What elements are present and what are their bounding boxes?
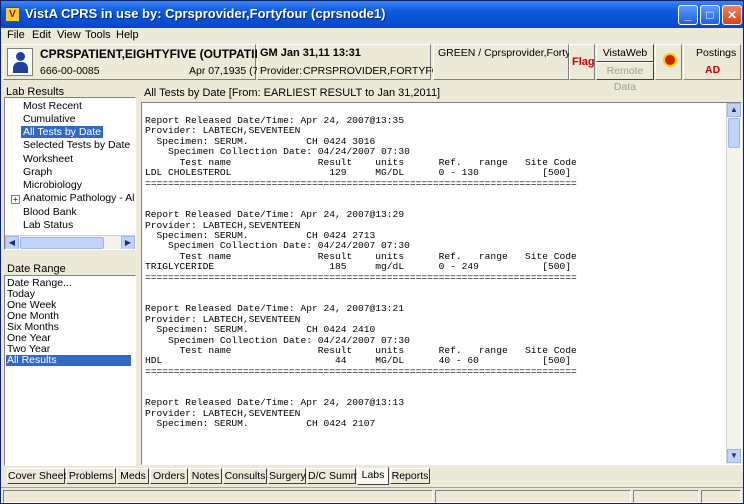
date-range-list[interactable]: Date Range... Today One Week One Month S… (4, 275, 136, 466)
close-button[interactable]: ✕ (722, 5, 742, 25)
status-cell-main (3, 490, 433, 503)
lab-results-tree[interactable]: Most Recent Cumulative All Tests by Date… (4, 97, 136, 250)
scroll-up-icon[interactable]: ▲ (727, 103, 741, 117)
tree-item-blood-bank[interactable]: Blood Bank (23, 206, 77, 218)
tab-notes[interactable]: Notes (189, 468, 222, 484)
flag-label: Flag (572, 56, 595, 68)
tree-item-lab-status[interactable]: Lab Status (23, 219, 73, 231)
tree-item-microbiology[interactable]: Microbiology (23, 179, 82, 191)
minimize-button[interactable]: _ (678, 5, 698, 25)
encounter-box[interactable]: GM Jan 31,11 13:31 Provider: CPRSPROVIDE… (257, 44, 455, 80)
tab-labs[interactable]: Labs (357, 467, 389, 485)
status-cell-4 (701, 490, 741, 503)
patient-info-box[interactable]: CPRSPATIENT,EIGHTYFIVE (OUTPATIENT) 666-… (3, 44, 282, 80)
report-text-area[interactable]: Report Released Date/Time: Apr 24, 2007@… (141, 102, 742, 465)
status-bar (1, 487, 743, 504)
vistaweb-button[interactable]: VistaWeb (596, 44, 654, 62)
expand-plus-icon[interactable]: + (11, 195, 20, 204)
status-cell-3 (633, 490, 699, 503)
encounter-location: GM Jan 31,11 13:31 (260, 47, 361, 59)
flag-box[interactable]: Flag (569, 44, 595, 80)
scroll-thumb[interactable] (20, 237, 104, 249)
report-scroll-thumb[interactable] (728, 118, 740, 148)
patient-dob: Apr 07,1935 (75) (189, 65, 268, 77)
tab-meds[interactable]: Meds (117, 468, 149, 484)
scroll-left-icon[interactable]: ◀ (5, 236, 19, 249)
range-item-all-results[interactable]: All Results (6, 355, 131, 366)
title-bar[interactable]: V VistA CPRS in use by: Cprsprovider,For… (1, 1, 743, 28)
tab-cover-sheet[interactable]: Cover Sheet (7, 468, 66, 484)
window-title: VistA CPRS in use by: Cprsprovider,Forty… (25, 6, 386, 21)
tree-item-selected-tests-by-date[interactable]: Selected Tests by Date (23, 139, 130, 151)
report-text: Report Released Date/Time: Apr 24, 2007@… (145, 115, 577, 430)
vista-app-icon: V (5, 7, 20, 22)
alarm-clock-icon (663, 53, 677, 67)
tree-item-cumulative[interactable]: Cumulative (23, 113, 76, 125)
maximize-button[interactable]: □ (700, 5, 720, 25)
patient-name: CPRSPATIENT,EIGHTYFIVE (OUTPATIENT) (40, 47, 283, 61)
patient-icon (7, 48, 33, 76)
scroll-down-icon[interactable]: ▼ (727, 449, 741, 463)
tab-dc-summ[interactable]: D/C Summ (307, 468, 359, 484)
menu-tools[interactable]: Tools (85, 29, 111, 41)
tree-item-graph[interactable]: Graph (23, 166, 52, 178)
tree-item-worksheet[interactable]: Worksheet (23, 153, 73, 165)
primary-care-team: GREEN / Cprsprovider,Fortyfour (438, 47, 589, 59)
tree-item-all-tests-by-date[interactable]: All Tests by Date (21, 126, 104, 138)
menu-file[interactable]: File (7, 29, 25, 41)
menu-bar: File Edit View Tools Help (1, 28, 743, 44)
tree-horizontal-scrollbar[interactable]: ◀ ▶ (5, 235, 135, 249)
remote-data-button[interactable]: Remote Data (596, 62, 654, 93)
date-range-label: Date Range (7, 263, 66, 275)
status-cell-2 (435, 490, 631, 503)
postings-label: Postings (696, 47, 737, 59)
postings-box[interactable]: Postings AD (683, 44, 741, 80)
patient-ssn: 666-00-0085 (40, 65, 100, 77)
scroll-right-icon[interactable]: ▶ (121, 236, 135, 249)
report-heading: All Tests by Date [From: EARLIEST RESULT… (144, 87, 441, 99)
report-vertical-scrollbar[interactable]: ▲ ▼ (726, 103, 741, 464)
cprs-window: V VistA CPRS in use by: Cprsprovider,For… (0, 0, 744, 504)
tree-item-anatomic-pathology[interactable]: Anatomic Pathology - All Rep (23, 192, 135, 204)
tab-consults[interactable]: Consults (223, 468, 267, 484)
postings-value: AD (705, 64, 721, 76)
tab-reports[interactable]: Reports (390, 468, 430, 484)
primary-care-box[interactable]: GREEN / Cprsprovider,Fortyfour (433, 44, 589, 80)
patient-header: CPRSPATIENT,EIGHTYFIVE (OUTPATIENT) 666-… (1, 44, 743, 93)
tree-item-most-recent[interactable]: Most Recent (23, 100, 82, 112)
menu-help[interactable]: Help (116, 29, 139, 41)
menu-edit[interactable]: Edit (32, 29, 51, 41)
tab-orders[interactable]: Orders (150, 468, 188, 484)
menu-view[interactable]: View (57, 29, 81, 41)
provider-label: Provider: (260, 65, 303, 77)
tab-problems[interactable]: Problems (66, 468, 116, 484)
tab-surgery[interactable]: Surgery (268, 468, 306, 484)
